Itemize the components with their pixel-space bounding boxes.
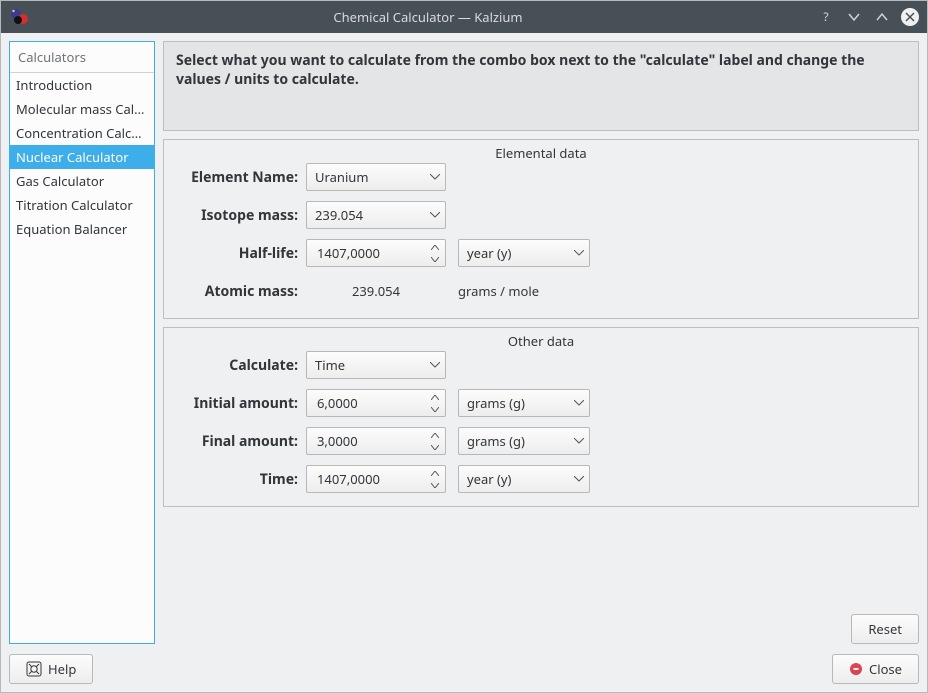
calculate-label: Calculate: — [176, 356, 298, 375]
element-name-value: Uranium — [315, 168, 368, 186]
chevron-down-icon — [574, 476, 584, 482]
svg-text:?: ? — [823, 10, 828, 24]
reset-row: Reset — [163, 612, 919, 644]
app-icon — [9, 6, 31, 28]
final-amount-spin[interactable] — [306, 427, 446, 455]
other-data-group: Other data Calculate: Time Initial amoun… — [163, 327, 919, 507]
spin-up-icon[interactable] — [427, 467, 443, 479]
reset-button-label: Reset — [868, 620, 902, 638]
sidebar-list: Introduction Molecular mass Calc… Concen… — [10, 73, 154, 643]
content-area: Calculators Introduction Molecular mass … — [1, 33, 927, 692]
chevron-down-icon — [574, 438, 584, 444]
half-life-input[interactable] — [315, 243, 423, 263]
bottom-bar: Help Close — [9, 652, 919, 684]
other-data-legend: Other data — [164, 332, 918, 350]
time-unit-value: year (y) — [467, 470, 511, 488]
final-amount-label: Final amount: — [176, 432, 298, 451]
final-amount-unit-combo[interactable]: grams (g) — [458, 427, 590, 455]
window-buttons: ? — [817, 8, 919, 26]
atomic-mass-unit: grams / mole — [446, 282, 539, 300]
help-button[interactable]: Help — [9, 654, 93, 684]
sidebar-item-equation-balancer[interactable]: Equation Balancer — [10, 217, 154, 241]
minimize-icon[interactable] — [845, 8, 863, 26]
help-icon — [26, 661, 42, 677]
calculate-value: Time — [315, 356, 345, 374]
final-amount-input[interactable] — [315, 431, 423, 451]
sidebar-item-molecular-mass[interactable]: Molecular mass Calc… — [10, 97, 154, 121]
app-window: Chemical Calculator — Kalzium ? Calculat… — [0, 0, 928, 693]
spin-down-icon[interactable] — [427, 253, 443, 265]
sidebar-item-introduction[interactable]: Introduction — [10, 73, 154, 97]
initial-amount-label: Initial amount: — [176, 394, 298, 413]
spin-down-icon[interactable] — [427, 479, 443, 491]
atomic-mass-label: Atomic mass: — [176, 282, 298, 301]
sidebar-item-nuclear[interactable]: Nuclear Calculator — [10, 145, 154, 169]
element-name-combo[interactable]: Uranium — [306, 163, 446, 191]
calculate-combo[interactable]: Time — [306, 351, 446, 379]
titlebar: Chemical Calculator — Kalzium ? — [1, 1, 927, 33]
help-titlebar-icon[interactable]: ? — [817, 8, 835, 26]
chevron-down-icon — [574, 250, 584, 256]
chevron-down-icon — [430, 362, 440, 368]
window-title: Chemical Calculator — Kalzium — [39, 8, 817, 26]
sidebar-item-gas[interactable]: Gas Calculator — [10, 169, 154, 193]
initial-amount-unit-combo[interactable]: grams (g) — [458, 389, 590, 417]
close-button[interactable]: Close — [832, 654, 919, 684]
elemental-data-group: Elemental data Element Name: Uranium Iso… — [163, 139, 919, 319]
close-button-label: Close — [869, 660, 902, 678]
spin-up-icon[interactable] — [427, 391, 443, 403]
maximize-icon[interactable] — [873, 8, 891, 26]
initial-amount-input[interactable] — [315, 393, 423, 413]
spin-down-icon[interactable] — [427, 441, 443, 453]
spin-up-icon[interactable] — [427, 429, 443, 441]
half-life-spin[interactable] — [306, 239, 446, 267]
chevron-down-icon — [430, 212, 440, 218]
close-icon — [849, 662, 863, 676]
chevron-down-icon — [574, 400, 584, 406]
half-life-unit-value: year (y) — [467, 244, 511, 262]
final-amount-unit-value: grams (g) — [467, 432, 525, 450]
spin-down-icon[interactable] — [427, 403, 443, 415]
time-spin[interactable] — [306, 465, 446, 493]
element-name-label: Element Name: — [176, 168, 298, 187]
time-input[interactable] — [315, 469, 423, 489]
time-label: Time: — [176, 470, 298, 489]
half-life-label: Half-life: — [176, 244, 298, 263]
half-life-unit-combo[interactable]: year (y) — [458, 239, 590, 267]
initial-amount-unit-value: grams (g) — [467, 394, 525, 412]
elemental-data-legend: Elemental data — [164, 144, 918, 162]
initial-amount-spin[interactable] — [306, 389, 446, 417]
sidebar-header: Calculators — [10, 42, 154, 73]
reset-button[interactable]: Reset — [851, 614, 919, 644]
isotope-mass-value: 239.054 — [315, 206, 363, 224]
sidebar-item-titration[interactable]: Titration Calculator — [10, 193, 154, 217]
chevron-down-icon — [430, 174, 440, 180]
calculators-sidebar: Calculators Introduction Molecular mass … — [9, 41, 155, 644]
spin-up-icon[interactable] — [427, 241, 443, 253]
help-button-label: Help — [48, 660, 76, 678]
isotope-mass-combo[interactable]: 239.054 — [306, 201, 446, 229]
close-window-icon[interactable] — [901, 8, 919, 26]
main-panel: Select what you want to calculate from t… — [163, 41, 919, 644]
atomic-mass-value: 239.054 — [306, 282, 446, 300]
isotope-mass-label: Isotope mass: — [176, 206, 298, 225]
instruction-text: Select what you want to calculate from t… — [163, 41, 919, 131]
sidebar-item-concentration[interactable]: Concentration Calcul… — [10, 121, 154, 145]
time-unit-combo[interactable]: year (y) — [458, 465, 590, 493]
